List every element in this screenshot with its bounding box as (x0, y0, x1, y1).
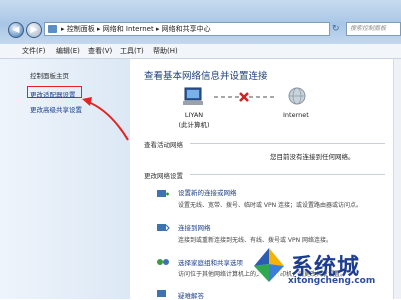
menu-edit[interactable]: 编辑(E) (56, 46, 80, 56)
disconnected-line (214, 92, 274, 102)
computer-name: LIYAN (184, 111, 204, 119)
computer-sub: (此计算机) (178, 121, 210, 129)
back-button[interactable]: ◀ (8, 22, 24, 38)
no-connection-status: 您目前没有连接到任何网络。 (270, 153, 355, 161)
watermark-url: xitongcheng.com (288, 276, 376, 286)
computer-node: LIYAN (此计算机) (178, 111, 210, 129)
menu-help[interactable]: 帮助(H) (153, 46, 178, 56)
sidebar-item-advanced-sharing[interactable]: 更改高级共享设置 (30, 104, 82, 114)
menu-file[interactable]: 文件(F) (22, 46, 46, 56)
sidebar-home[interactable]: 控制面板主页 (30, 70, 69, 80)
divider (190, 143, 385, 144)
forward-arrow-icon: ▶ (30, 25, 38, 35)
address-bar[interactable]: ▸ 控制面板 ▸ 网络和 Internet ▸ 网络和共享中心 (44, 22, 330, 36)
refresh-icon[interactable]: ↻ (332, 22, 342, 36)
task-setup-connection-desc: 设置无线、宽带、拨号、临时或 VPN 连接；或设置路由器或访问点。 (178, 202, 363, 209)
watermark-logo-icon (250, 244, 288, 286)
menu-tools[interactable]: 工具(T) (120, 46, 144, 56)
back-arrow-icon: ◀ (12, 25, 20, 35)
troubleshoot-icon (157, 290, 166, 297)
divider (190, 174, 385, 175)
control-panel-icon (48, 25, 57, 33)
scrollbar[interactable] (393, 59, 401, 299)
task-connect-network[interactable]: 连接到网络 (178, 222, 211, 232)
internet-label: Internet (283, 111, 309, 119)
menu-bar: 文件(F) 编辑(E) 查看(V) 工具(T) 帮助(H) (0, 44, 401, 59)
menu-view[interactable]: 查看(V) (88, 46, 112, 56)
forward-button[interactable]: ▶ (26, 22, 42, 38)
task-setup-connection[interactable]: 设置新的连接或网络 (178, 187, 237, 197)
homegroup-icon (157, 259, 169, 265)
title-bar: ◀ ▶ ▸ 控制面板 ▸ 网络和 Internet ▸ 网络和共享中心 ↻ 搜索… (0, 0, 401, 44)
change-settings-header: 更改网络设置 (144, 172, 183, 180)
new-connection-icon (157, 190, 169, 197)
page-title: 查看基本网络信息并设置连接 (144, 71, 268, 82)
sidebar-item-adapter-settings[interactable]: 更改适配器设置 (30, 89, 76, 99)
computer-icon (183, 87, 203, 105)
search-input[interactable]: 搜索控制面板 (346, 22, 401, 36)
task-homegroup-sharing[interactable]: 选择家庭组和共享选项 (178, 257, 243, 267)
globe-icon (288, 87, 306, 105)
connect-network-icon (157, 224, 170, 232)
address-path: ▸ 控制面板 ▸ 网络和 Internet ▸ 网络和共享中心 (61, 25, 211, 33)
active-networks-header: 查看活动网络 (144, 141, 183, 149)
